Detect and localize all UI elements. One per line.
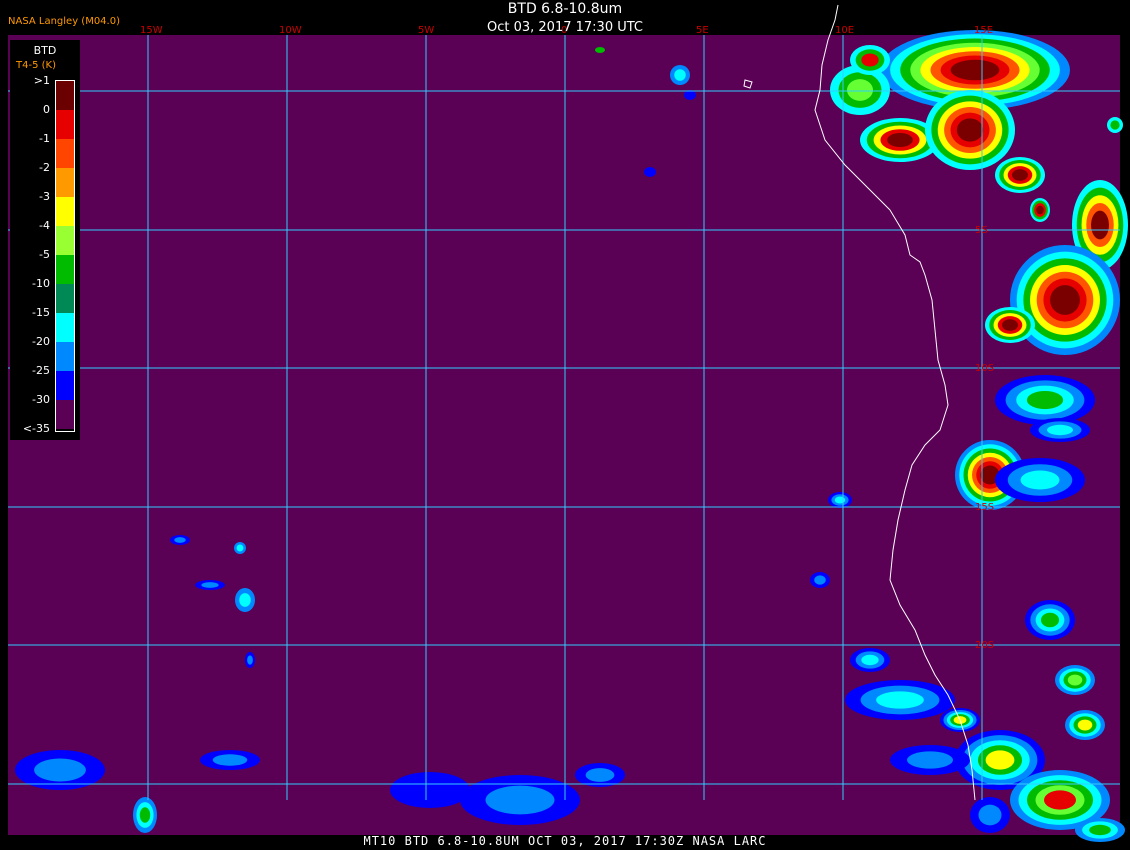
latitude-label: 10S <box>975 363 994 374</box>
legend-label: -4 <box>39 219 50 232</box>
satellite-map: 15W 10W 5W 0 5E 10E 15E5S10S15S20S <box>0 0 1130 850</box>
legend-units: T4-5 (K) <box>16 60 56 71</box>
legend-label: -20 <box>32 335 50 348</box>
legend-label: -15 <box>32 306 50 319</box>
legend-label: -30 <box>32 393 50 406</box>
legend-label: -25 <box>32 364 50 377</box>
latitude-label: 15S <box>975 502 994 513</box>
legend-label: -1 <box>39 132 50 145</box>
legend-label: >1 <box>33 74 50 87</box>
latitude-label: 20S <box>975 640 994 651</box>
legend-label: -3 <box>39 190 50 203</box>
legend-label: 0 <box>43 103 50 116</box>
legend-label: -10 <box>32 277 50 290</box>
legend-title: BTD <box>33 44 57 57</box>
legend-label: <-35 <box>22 422 50 435</box>
legend-label: -5 <box>39 248 50 261</box>
product-title: BTD 6.8-10.8um <box>507 1 623 17</box>
timestamp: Oct 03, 2017 17:30 UTC <box>487 20 643 35</box>
legend-frame <box>55 80 75 432</box>
latitude-label: 5S <box>975 225 988 236</box>
footer-caption: MT10 BTD 6.8-10.8UM OCT 03, 2017 17:30Z … <box>363 834 767 848</box>
legend-label: -2 <box>39 161 50 174</box>
color-legend: BTD T4-5 (K) >1 0 -1 -2 -3 -4 -5 -10 -15 -20 -25 -3… <box>10 40 80 440</box>
